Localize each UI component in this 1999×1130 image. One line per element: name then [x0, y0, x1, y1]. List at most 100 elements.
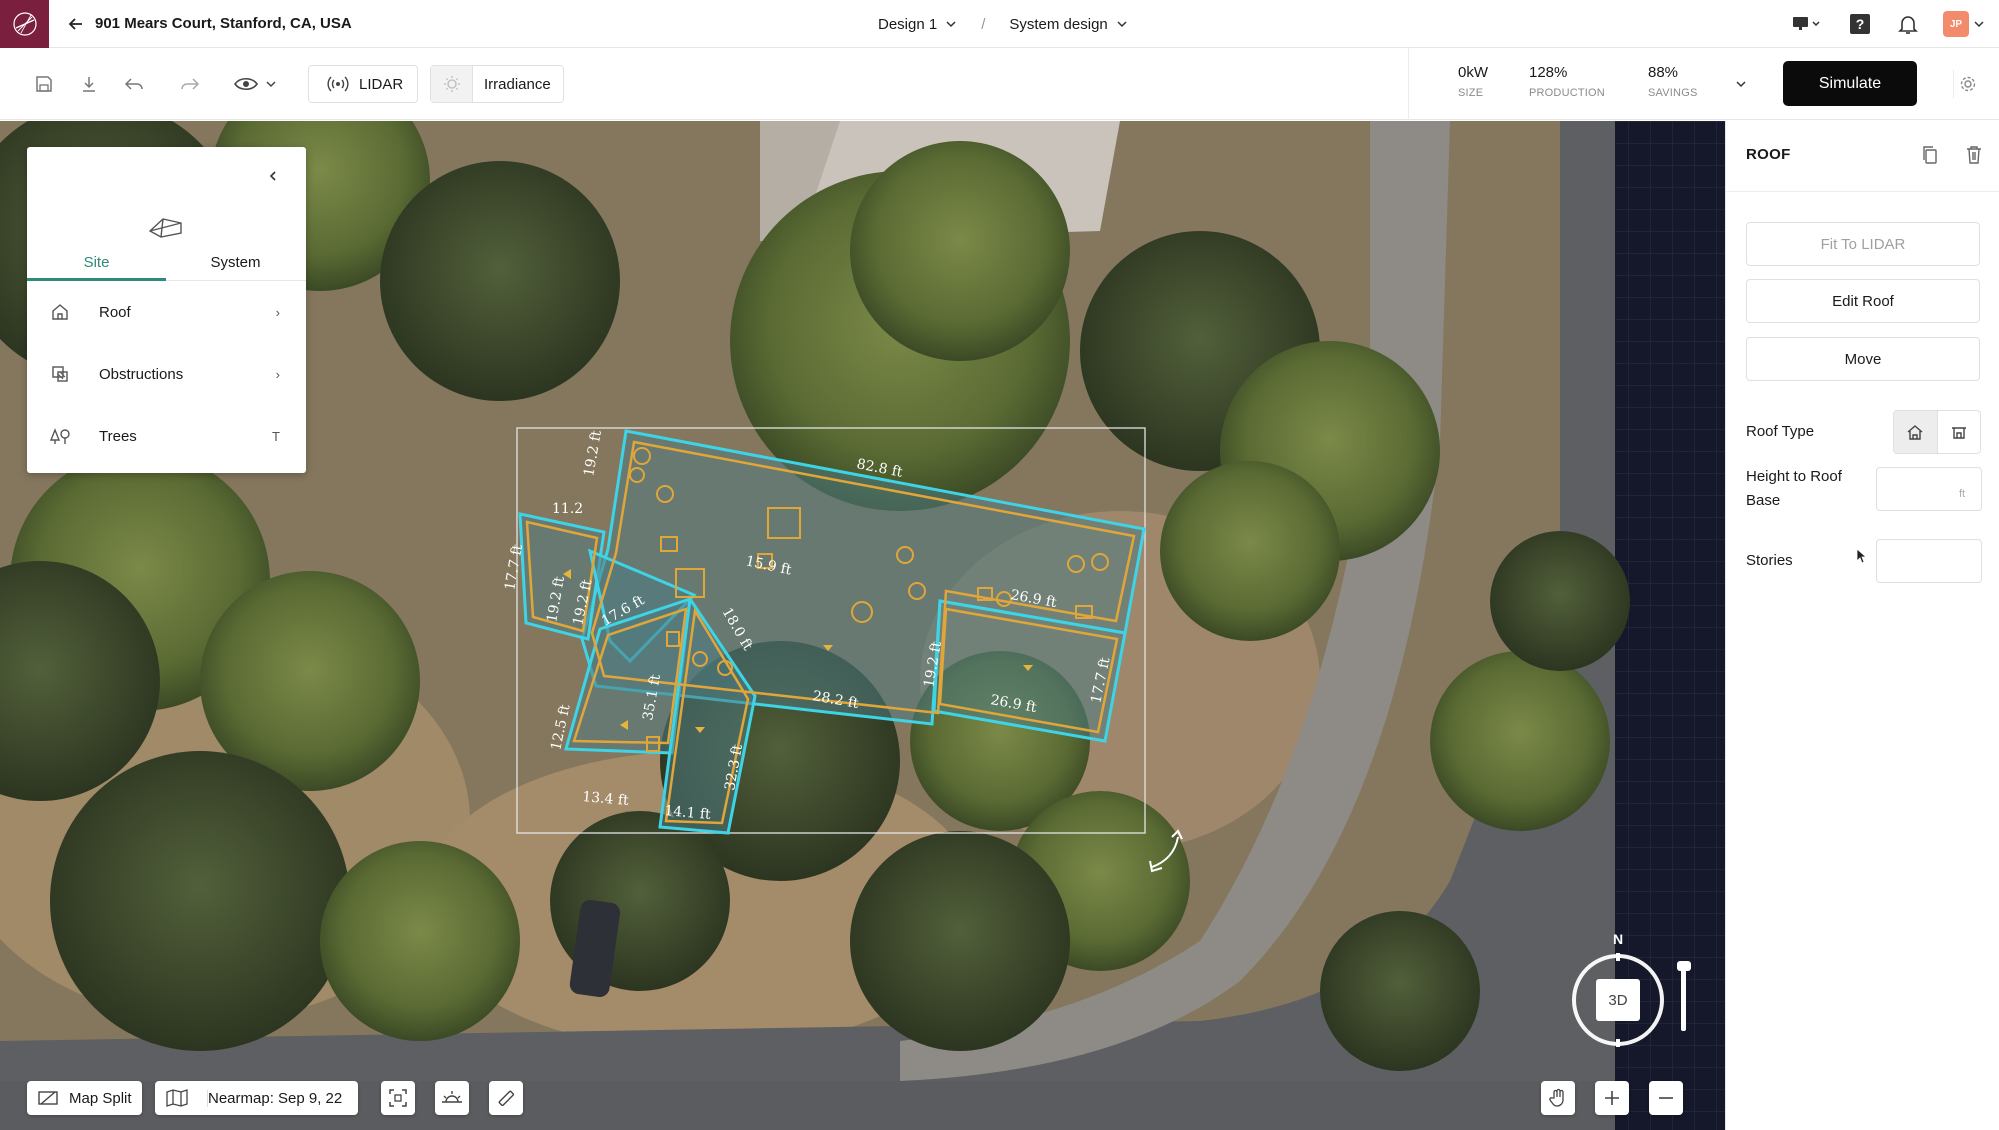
stat-label: SIZE — [1458, 87, 1484, 99]
height-unit: ft — [1959, 488, 1966, 500]
project-address: 901 Mears Court, Stanford, CA, USA — [95, 15, 352, 32]
sidebar-item-roof[interactable]: Roof › — [27, 283, 306, 341]
stat-size: 0kW SIZE — [1458, 64, 1488, 99]
height-to-roof-base-input[interactable] — [1876, 467, 1982, 511]
eye-icon — [234, 77, 276, 91]
keyboard-shortcut: T — [272, 428, 280, 444]
mode-selector[interactable]: System design — [1009, 16, 1127, 33]
broadcast-icon — [327, 76, 349, 92]
label-line: Height to Roof — [1746, 468, 1842, 485]
map-icon — [166, 1089, 188, 1107]
chevron-down-icon — [1117, 21, 1127, 28]
stats-expand-chevron-icon[interactable] — [1731, 74, 1751, 94]
svg-text:?: ? — [1856, 16, 1865, 32]
cursor-pointer-icon — [1856, 548, 1868, 564]
imagery-label: Nearmap: Sep 9, 22 — [207, 1089, 343, 1107]
redo-icon[interactable] — [176, 70, 204, 98]
stat-value: 0kW — [1458, 64, 1488, 81]
user-menu[interactable]: JP — [1943, 11, 1985, 37]
tab-site[interactable]: Site — [27, 251, 166, 281]
sun-position-icon[interactable] — [435, 1081, 469, 1115]
sidebar-item-trees[interactable]: Trees T — [27, 407, 306, 465]
compass-north-label: N — [1613, 931, 1624, 947]
gear-icon[interactable] — [1953, 70, 1981, 98]
app-logo[interactable] — [0, 0, 49, 48]
map-split-icon — [38, 1091, 58, 1105]
divider — [1726, 191, 1999, 192]
stories-input[interactable] — [1876, 539, 1982, 583]
zoom-out-icon[interactable] — [1649, 1081, 1683, 1115]
download-icon[interactable] — [75, 70, 103, 98]
lidar-label: LIDAR — [359, 75, 404, 93]
sidebar-item-obstructions[interactable]: Obstructions › — [27, 345, 306, 403]
obstruction-icon — [48, 362, 72, 386]
stat-value: 88% — [1648, 64, 1679, 81]
design-selector[interactable]: Design 1 — [878, 16, 957, 33]
roof-dimension-label: 11.2 — [552, 501, 583, 517]
irradiance-button[interactable]: Irradiance — [430, 65, 564, 103]
map-split-button[interactable]: Map Split — [27, 1081, 142, 1115]
roof-3d-icon — [148, 218, 182, 238]
stat-label: PRODUCTION — [1529, 87, 1605, 99]
copy-icon[interactable] — [1918, 143, 1942, 167]
help-icon[interactable]: ? — [1847, 11, 1873, 37]
imagery-source-button[interactable]: Nearmap: Sep 9, 22 — [155, 1081, 358, 1115]
avatar: JP — [1943, 11, 1969, 37]
fit-to-lidar-button[interactable]: Fit To LIDAR — [1746, 222, 1980, 266]
visibility-menu[interactable] — [230, 70, 284, 98]
map-canvas[interactable]: 82.8 ft 19.2 ft 11.2 17.7 ft 19.2 ft 17.… — [0, 121, 1725, 1130]
flat-roof-icon[interactable] — [1936, 411, 1980, 453]
mode-name: System design — [1009, 15, 1108, 33]
zoom-in-icon[interactable] — [1595, 1081, 1629, 1115]
house-icon — [48, 300, 72, 324]
sun-icon — [431, 66, 473, 102]
roof-properties-panel: ROOF Fit To LIDAR Edit Roof Move Roof Ty… — [1725, 121, 1999, 1130]
stat-savings: 88% SAVINGS — [1648, 64, 1698, 99]
label-line: Base — [1746, 492, 1781, 509]
toggle-3d-button[interactable]: 3D — [1596, 979, 1640, 1021]
trash-icon[interactable] — [1962, 143, 1986, 167]
panel-title: ROOF — [1746, 146, 1791, 163]
panel-tabs: Site System — [27, 251, 306, 281]
chevron-down-icon — [1974, 21, 1984, 28]
stat-production: 128% PRODUCTION — [1529, 64, 1605, 99]
save-icon[interactable] — [30, 70, 58, 98]
map-split-label: Map Split — [69, 1089, 132, 1107]
compass-control[interactable]: N 3D — [1565, 931, 1695, 1051]
chevron-right-icon: › — [275, 304, 280, 320]
system-stats: 0kW SIZE 128% PRODUCTION 88% SAVINGS — [1408, 48, 1768, 120]
tree-icon — [48, 424, 72, 448]
tab-system[interactable]: System — [166, 251, 305, 281]
logo-icon — [12, 11, 37, 36]
measure-ruler-icon[interactable] — [489, 1081, 523, 1115]
stories-label: Stories — [1746, 552, 1793, 569]
lidar-button[interactable]: LIDAR — [308, 65, 418, 103]
irradiance-label: Irradiance — [484, 75, 551, 93]
pitched-roof-icon[interactable] — [1894, 411, 1937, 453]
roof-type-label: Roof Type — [1746, 423, 1815, 440]
site-system-panel: Site System Roof › Obstructions › Trees … — [27, 147, 306, 473]
design-breadcrumb: Design 1 / System design — [878, 0, 1128, 48]
back-arrow-icon[interactable] — [65, 13, 87, 35]
edit-roof-button[interactable]: Edit Roof — [1746, 279, 1980, 323]
design-name: Design 1 — [878, 15, 938, 33]
toolbar: LIDAR Irradiance 0kW SIZE 128% PRODUCTIO… — [0, 48, 1999, 120]
chevron-down-icon — [946, 21, 956, 28]
height-to-roof-base-label: Height to Roof Base — [1746, 465, 1842, 513]
stat-value: 128% — [1529, 64, 1568, 81]
fit-view-icon[interactable] — [381, 1081, 415, 1115]
bell-icon[interactable] — [1895, 11, 1921, 37]
roof-type-toggle — [1893, 410, 1981, 454]
top-bar: 901 Mears Court, Stanford, CA, USA Desig… — [0, 0, 1999, 48]
pan-hand-icon[interactable] — [1541, 1081, 1575, 1115]
sidebar-item-label: Obstructions — [99, 365, 184, 383]
chevron-right-icon: › — [275, 366, 280, 382]
sidebar-item-label: Roof — [99, 303, 131, 321]
move-button[interactable]: Move — [1746, 337, 1980, 381]
display-menu[interactable] — [1789, 11, 1825, 37]
collapse-panel-chevron-left-icon[interactable] — [262, 165, 284, 187]
undo-icon[interactable] — [120, 70, 148, 98]
simulate-button[interactable]: Simulate — [1783, 61, 1917, 106]
stat-label: SAVINGS — [1648, 87, 1698, 99]
top-right-actions: ? JP — [1789, 0, 1999, 48]
